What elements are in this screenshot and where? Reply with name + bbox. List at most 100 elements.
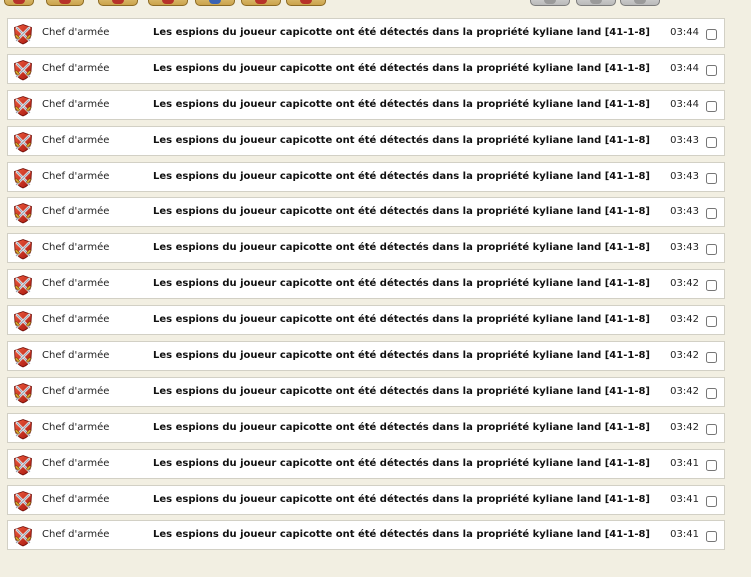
message-sender: Chef d'armée <box>42 62 110 74</box>
message-select-checkbox[interactable] <box>706 459 717 471</box>
action-tab[interactable] <box>576 0 616 6</box>
message-row[interactable]: Chef d'armée Les espions du joueur capic… <box>7 448 725 479</box>
message-select-checkbox[interactable] <box>706 352 717 364</box>
message-sender: Chef d'armée <box>42 421 110 433</box>
message-sender: Chef d'armée <box>42 98 110 110</box>
crossed-swords-icon <box>12 454 34 476</box>
message-sender: Chef d'armée <box>42 206 110 218</box>
message-subject[interactable]: Les espions du joueur capicotte ont été … <box>153 422 650 433</box>
message-time: 03:42 <box>670 350 699 362</box>
message-time: 03:41 <box>670 493 699 505</box>
message-subject[interactable]: Les espions du joueur capicotte ont été … <box>153 99 650 110</box>
message-row[interactable]: Chef d'armée Les espions du joueur capic… <box>7 197 725 228</box>
crossed-swords-icon <box>12 95 34 117</box>
message-select-checkbox[interactable] <box>706 423 717 435</box>
message-time: 03:42 <box>670 421 699 433</box>
category-tab[interactable] <box>98 0 138 6</box>
message-subject[interactable]: Les espions du joueur capicotte ont été … <box>153 529 650 540</box>
message-time: 03:42 <box>670 314 699 326</box>
message-time: 03:41 <box>670 457 699 469</box>
message-sender: Chef d'armée <box>42 134 110 146</box>
category-tab-icon <box>209 0 221 4</box>
category-tab-icon <box>255 0 267 4</box>
crossed-swords-icon <box>12 346 34 368</box>
category-tab-icon <box>59 0 71 4</box>
message-select-checkbox[interactable] <box>706 387 717 399</box>
message-select-checkbox[interactable] <box>706 64 717 76</box>
message-select-checkbox[interactable] <box>706 100 717 112</box>
message-row[interactable]: Chef d'armée Les espions du joueur capic… <box>7 341 725 372</box>
message-sender: Chef d'armée <box>42 457 110 469</box>
message-sender: Chef d'armée <box>42 529 110 541</box>
category-tab-icon <box>112 0 124 4</box>
crossed-swords-icon <box>12 131 34 153</box>
crossed-swords-icon <box>12 418 34 440</box>
category-tab[interactable] <box>46 0 84 6</box>
message-sender: Chef d'armée <box>42 314 110 326</box>
message-row[interactable]: Chef d'armée Les espions du joueur capic… <box>7 376 725 407</box>
category-tab[interactable] <box>241 0 281 6</box>
category-tab[interactable] <box>286 0 326 6</box>
message-subject[interactable]: Les espions du joueur capicotte ont été … <box>153 206 650 217</box>
message-row[interactable]: Chef d'armée Les espions du joueur capic… <box>7 53 725 84</box>
message-subject[interactable]: Les espions du joueur capicotte ont été … <box>153 278 650 289</box>
crossed-swords-icon <box>12 382 34 404</box>
action-tab[interactable] <box>530 0 570 6</box>
message-subject[interactable]: Les espions du joueur capicotte ont été … <box>153 135 650 146</box>
message-subject[interactable]: Les espions du joueur capicotte ont été … <box>153 386 650 397</box>
category-tab[interactable] <box>195 0 235 6</box>
message-row[interactable]: Chef d'armée Les espions du joueur capic… <box>7 161 725 192</box>
crossed-swords-icon <box>12 167 34 189</box>
message-sender: Chef d'armée <box>42 493 110 505</box>
category-tab[interactable] <box>4 0 34 6</box>
message-subject[interactable]: Les espions du joueur capicotte ont été … <box>153 350 650 361</box>
message-row[interactable]: Chef d'armée Les espions du joueur capic… <box>7 89 725 120</box>
message-select-checkbox[interactable] <box>706 172 717 184</box>
crossed-swords-icon <box>12 202 34 224</box>
crossed-swords-icon <box>12 525 34 547</box>
action-tab-icon <box>634 0 646 4</box>
action-tab-icon <box>590 0 602 4</box>
category-tab-bar <box>0 0 751 7</box>
message-row[interactable]: Chef d'armée Les espions du joueur capic… <box>7 125 725 156</box>
message-select-checkbox[interactable] <box>706 316 717 328</box>
message-row[interactable]: Chef d'armée Les espions du joueur capic… <box>7 484 725 515</box>
message-select-checkbox[interactable] <box>706 208 717 220</box>
message-time: 03:44 <box>670 27 699 38</box>
message-time: 03:44 <box>670 62 699 74</box>
message-row[interactable]: Chef d'armée Les espions du joueur capic… <box>7 520 725 551</box>
crossed-swords-icon <box>12 490 34 512</box>
message-subject[interactable]: Les espions du joueur capicotte ont été … <box>153 63 650 74</box>
message-select-checkbox[interactable] <box>706 136 717 148</box>
message-select-checkbox[interactable] <box>706 244 717 256</box>
message-time: 03:43 <box>670 134 699 146</box>
message-sender: Chef d'armée <box>42 27 110 38</box>
crossed-swords-icon <box>12 274 34 296</box>
message-select-checkbox[interactable] <box>706 280 717 292</box>
message-row[interactable]: Chef d'armée Les espions du joueur capic… <box>7 18 725 48</box>
crossed-swords-icon <box>12 238 34 260</box>
category-tab-icon <box>13 0 25 4</box>
message-select-checkbox[interactable] <box>706 29 717 40</box>
message-time: 03:41 <box>670 529 699 541</box>
message-row[interactable]: Chef d'armée Les espions du joueur capic… <box>7 269 725 300</box>
message-select-checkbox[interactable] <box>706 495 717 507</box>
message-sender: Chef d'armée <box>42 278 110 290</box>
message-time: 03:43 <box>670 242 699 254</box>
message-subject[interactable]: Les espions du joueur capicotte ont été … <box>153 314 650 325</box>
message-subject[interactable]: Les espions du joueur capicotte ont été … <box>153 27 650 38</box>
message-row[interactable]: Chef d'armée Les espions du joueur capic… <box>7 412 725 443</box>
message-sender: Chef d'armée <box>42 242 110 254</box>
message-subject[interactable]: Les espions du joueur capicotte ont été … <box>153 458 650 469</box>
message-sender: Chef d'armée <box>42 385 110 397</box>
action-tab[interactable] <box>620 0 660 6</box>
message-row[interactable]: Chef d'armée Les espions du joueur capic… <box>7 233 725 264</box>
message-row[interactable]: Chef d'armée Les espions du joueur capic… <box>7 305 725 336</box>
crossed-swords-icon <box>12 23 34 45</box>
message-subject[interactable]: Les espions du joueur capicotte ont été … <box>153 494 650 505</box>
message-select-checkbox[interactable] <box>706 531 717 543</box>
message-time: 03:42 <box>670 278 699 290</box>
category-tab[interactable] <box>148 0 188 6</box>
message-subject[interactable]: Les espions du joueur capicotte ont été … <box>153 171 650 182</box>
message-subject[interactable]: Les espions du joueur capicotte ont été … <box>153 242 650 253</box>
